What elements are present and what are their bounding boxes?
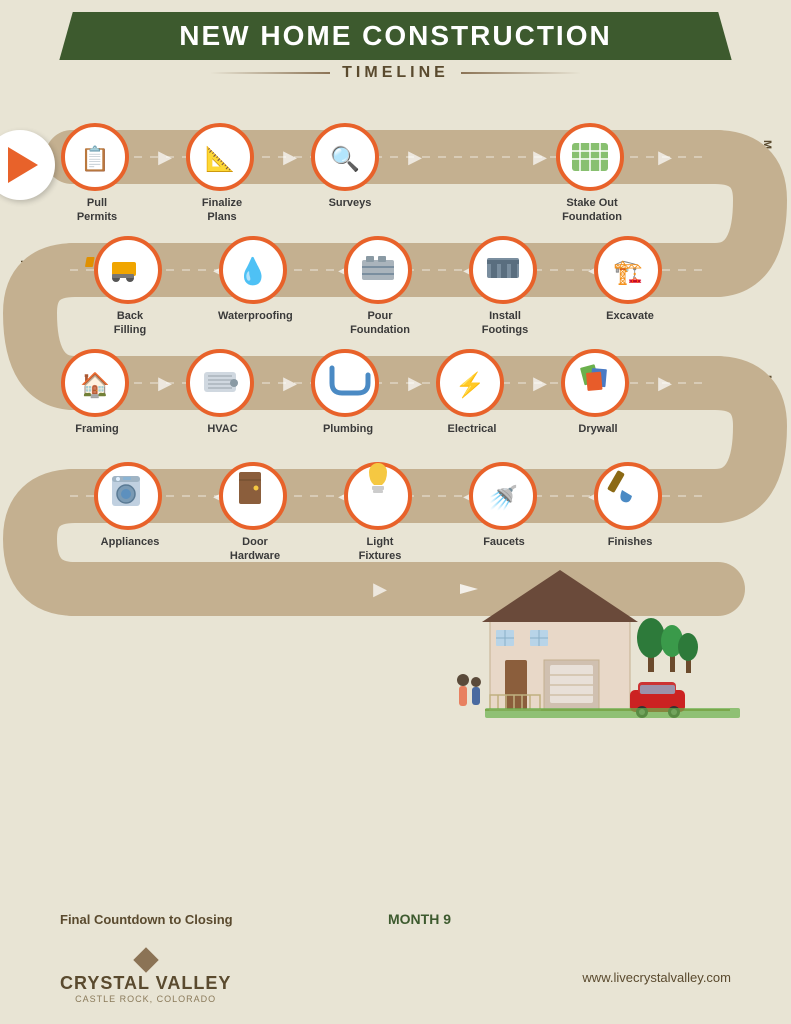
subtitle-row: TIMELINE	[0, 64, 791, 82]
svg-text:▶: ▶	[158, 373, 172, 393]
label-electrical: Electrical	[442, 422, 502, 436]
svg-text:🏠: 🏠	[80, 372, 110, 399]
label-faucets: Faucets	[476, 535, 532, 549]
page: NEW HOME CONSTRUCTION TIMELINE MONTH 1 M…	[0, 0, 791, 1024]
label-back-filling: BackFilling	[100, 309, 160, 338]
brand: CRYSTAL VALLEY CASTLE ROCK, COLORADO	[60, 951, 231, 1004]
label-install-footings: InstallFootings	[474, 309, 536, 338]
svg-text:▶: ▶	[658, 373, 672, 393]
svg-text:⚡: ⚡	[455, 371, 485, 399]
label-stake-out: Stake OutFoundation	[558, 196, 626, 225]
svg-text:▶: ▶	[533, 373, 547, 393]
svg-text:▶: ▶	[283, 147, 297, 167]
month9-label: MONTH 9	[388, 911, 451, 927]
svg-text:▶: ▶	[283, 373, 297, 393]
svg-text:▶: ▶	[533, 147, 547, 167]
svg-text:🏗️: 🏗️	[613, 259, 643, 286]
label-drywall: Drywall	[568, 422, 628, 436]
svg-text:▶: ▶	[373, 579, 387, 599]
header: NEW HOME CONSTRUCTION TIMELINE	[0, 0, 791, 82]
label-hvac: HVAC	[195, 422, 250, 436]
timeline-svg: ▶ ▶ ▶ ▶ ▶ ◀ ◀ ◀ ◀ ◀ ▶ ▶ ▶ ▶ ▶ ◀ ◀ ◀ ◀ ◀ …	[0, 0, 791, 950]
label-door-hardware: DoorHardware	[224, 535, 286, 564]
label-finalize-plans: FinalizePlans	[192, 196, 252, 225]
svg-text:▶: ▶	[408, 373, 422, 393]
label-waterproofing: Waterproofing	[218, 309, 288, 323]
brand-location: CASTLE ROCK, COLORADO	[60, 994, 231, 1004]
label-pour-foundation: PourFoundation	[350, 309, 410, 338]
brand-diamond-icon	[133, 947, 158, 972]
label-appliances: Appliances	[100, 535, 160, 549]
label-surveys: Surveys	[320, 196, 380, 210]
right-line	[461, 72, 581, 74]
svg-text:▶: ▶	[408, 147, 422, 167]
label-pull-permits: PullPermits	[67, 196, 127, 225]
footer: CRYSTAL VALLEY CASTLE ROCK, COLORADO www…	[0, 951, 791, 1004]
main-title: NEW HOME CONSTRUCTION	[79, 20, 711, 52]
svg-text:🔍: 🔍	[330, 143, 360, 173]
brand-name: CRYSTAL VALLEY	[60, 973, 231, 994]
left-line	[210, 72, 330, 74]
svg-text:📐: 📐	[205, 145, 235, 173]
final-countdown-label: Final Countdown to Closing	[60, 912, 233, 927]
subtitle: TIMELINE	[342, 64, 449, 82]
svg-text:💧: 💧	[237, 256, 269, 286]
svg-text:📋: 📋	[80, 145, 110, 173]
label-light-fixtures: LightFixtures	[350, 535, 410, 564]
play-icon	[8, 147, 38, 183]
svg-text:🚿: 🚿	[488, 484, 518, 512]
label-finishes: Finishes	[600, 535, 660, 549]
title-banner: NEW HOME CONSTRUCTION	[59, 12, 731, 60]
website-url: www.livecrystalvalley.com	[582, 970, 731, 985]
svg-text:▶: ▶	[658, 147, 672, 167]
svg-text:▶: ▶	[158, 147, 172, 167]
label-framing: Framing	[67, 422, 127, 436]
label-plumbing: Plumbing	[318, 422, 378, 436]
label-excavate: Excavate	[600, 309, 660, 323]
